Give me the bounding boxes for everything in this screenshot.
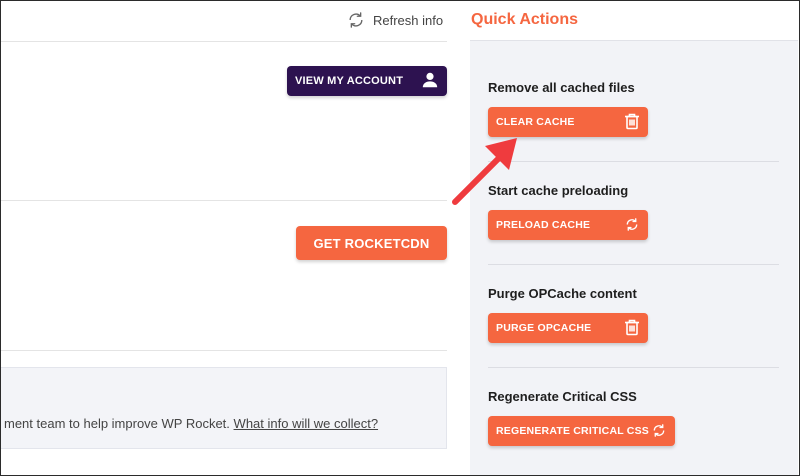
app-frame: Refresh info VIEW MY ACCOUNT GET ROCKETC… <box>0 0 800 476</box>
preload-cache-label: PRELOAD CACHE <box>496 219 591 231</box>
purge-opcache-label: Purge OPCache content <box>488 286 637 301</box>
what-info-link[interactable]: What info will we collect? <box>234 416 379 431</box>
divider <box>488 161 779 162</box>
view-my-account-label: VIEW MY ACCOUNT <box>295 75 404 87</box>
divider <box>1 350 447 351</box>
divider <box>1 200 447 201</box>
get-rocketcdn-label: GET ROCKETCDN <box>313 235 430 251</box>
user-icon <box>422 72 438 88</box>
quick-actions-panel <box>470 40 798 475</box>
refresh-icon <box>653 424 665 437</box>
analytics-notice: ment team to help improve WP Rocket. Wha… <box>1 367 447 449</box>
view-my-account-button[interactable]: VIEW MY ACCOUNT <box>287 66 447 96</box>
regenerate-critical-css-label: REGENERATE CRITICAL CSS <box>496 425 649 437</box>
regenerate-css-label: Regenerate Critical CSS <box>488 389 637 404</box>
trash-icon <box>625 113 639 130</box>
remove-cached-files-label: Remove all cached files <box>488 80 635 95</box>
refresh-info-label: Refresh info <box>373 12 444 28</box>
trash-icon <box>625 319 639 336</box>
refresh-info-link[interactable]: Refresh info <box>346 10 443 30</box>
divider <box>488 367 779 368</box>
divider <box>488 264 779 265</box>
purge-opcache-button-label: PURGE OPCACHE <box>496 322 592 334</box>
notice-text: ment team to help improve WP Rocket. Wha… <box>4 416 378 431</box>
refresh-icon <box>626 218 638 231</box>
divider <box>1 41 447 42</box>
notice-message: ment team to help improve WP Rocket. <box>4 416 230 431</box>
purge-opcache-button[interactable]: PURGE OPCACHE <box>488 313 648 343</box>
refresh-icon <box>349 12 363 28</box>
quick-actions-title: Quick Actions <box>471 11 578 28</box>
regenerate-critical-css-button[interactable]: REGENERATE CRITICAL CSS <box>488 416 675 446</box>
annotation-arrow <box>452 138 517 205</box>
get-rocketcdn-button[interactable]: GET ROCKETCDN <box>296 226 447 260</box>
